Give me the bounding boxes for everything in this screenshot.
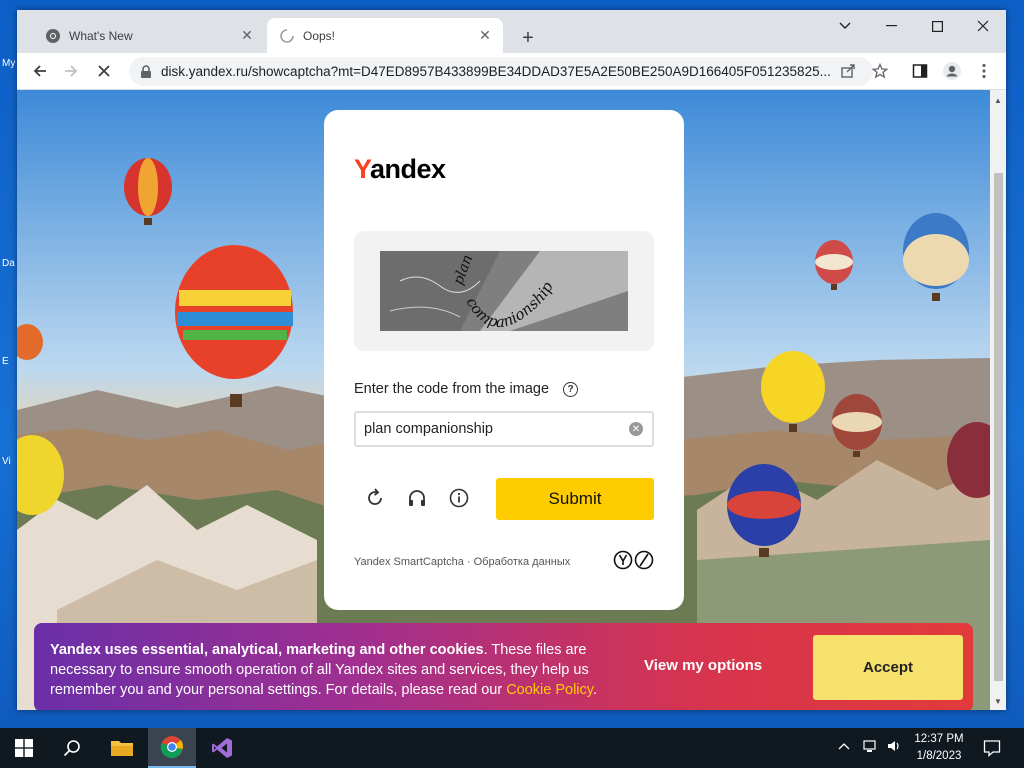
help-question-icon[interactable]: ? [563, 382, 578, 397]
captcha-image-frame: plan companionship [354, 231, 654, 351]
visual-studio-icon[interactable] [198, 728, 246, 768]
forward-arrow-icon[interactable] [57, 57, 85, 85]
network-icon[interactable] [862, 738, 878, 757]
scroll-up-arrow-icon[interactable]: ▲ [990, 92, 1006, 108]
yandex-id-logo-icon [613, 550, 654, 570]
close-icon[interactable]: ✕ [239, 27, 255, 44]
lock-icon[interactable] [139, 64, 153, 79]
minimize-button[interactable] [868, 10, 914, 42]
accept-cookies-button[interactable]: Accept [813, 635, 963, 700]
cookie-bold-text: Yandex uses essential, analytical, marke… [50, 642, 484, 658]
loading-spinner-icon [280, 28, 294, 43]
clock-time: 12:37 PM [914, 733, 964, 745]
profile-avatar-icon[interactable] [938, 57, 966, 85]
side-panel-icon[interactable] [906, 57, 934, 85]
tab-search-chevron-down-icon[interactable] [822, 10, 868, 42]
scrollbar-thumb[interactable] [994, 173, 1003, 681]
scroll-down-arrow-icon[interactable]: ▼ [990, 693, 1006, 709]
address-bar[interactable]: disk.yandex.ru/showcaptcha?mt=D47ED8957B… [129, 57, 873, 86]
taskbar-clock[interactable]: 12:37 PM 1/8/2023 [906, 731, 972, 765]
logo-letter-y: Y [354, 154, 371, 184]
bookmark-star-icon[interactable] [866, 57, 894, 85]
tab-oops[interactable]: Oops! ✕ [267, 18, 503, 53]
desktop-icon-label[interactable]: Vi [2, 456, 18, 467]
captcha-code-input[interactable] [354, 411, 654, 447]
info-icon[interactable] [448, 487, 470, 509]
desktop-icon-label[interactable]: E [2, 356, 18, 367]
refresh-icon[interactable] [364, 487, 386, 509]
headphones-audio-icon[interactable] [406, 487, 428, 509]
back-arrow-icon[interactable] [26, 57, 54, 85]
clear-input-icon[interactable]: ✕ [629, 422, 643, 436]
windows-start-icon[interactable] [0, 728, 48, 768]
chrome-icon [46, 28, 60, 43]
cookie-banner: Yandex uses essential, analytical, marke… [34, 623, 973, 710]
tab-whats-new[interactable]: What's New ✕ [25, 18, 265, 53]
maximize-button[interactable] [914, 10, 960, 42]
captcha-image: plan companionship [380, 251, 628, 331]
logo-rest: andex [370, 154, 446, 184]
yandex-logo: Yandex [354, 154, 446, 185]
cookie-policy-link[interactable]: Cookie Policy [506, 682, 593, 698]
cookie-end-text: . [592, 682, 597, 698]
notification-center-icon[interactable] [983, 739, 1001, 760]
url-text[interactable]: disk.yandex.ru/showcaptcha?mt=D47ED8957B… [161, 64, 831, 79]
page-content: Yandex plan companionship Enter the code… [17, 90, 990, 710]
captcha-instruction-label: Enter the code from the image [354, 381, 550, 397]
taskbar: 12:37 PM 1/8/2023 [0, 728, 1024, 768]
file-explorer-icon[interactable] [98, 728, 146, 768]
search-icon[interactable] [48, 728, 96, 768]
close-window-button[interactable] [960, 10, 1006, 42]
tab-title: What's New [69, 28, 133, 43]
clock-date: 1/8/2023 [916, 750, 962, 762]
tab-title: Oops! [303, 28, 336, 43]
submit-button[interactable]: Submit [496, 478, 654, 520]
chevron-up-icon[interactable] [838, 738, 850, 753]
stop-loading-icon[interactable] [90, 57, 118, 85]
view-my-options-button[interactable]: View my options [644, 657, 762, 674]
captcha-card: Yandex plan companionship Enter the code… [324, 110, 684, 610]
kebab-menu-icon[interactable] [970, 57, 998, 85]
close-icon[interactable]: ✕ [477, 27, 493, 44]
smartcaptcha-footer[interactable]: Yandex SmartCaptcha · Обработка данных [354, 556, 570, 568]
volume-icon[interactable] [886, 738, 902, 757]
share-icon[interactable] [834, 57, 862, 85]
tab-strip: What's New ✕ Oops! ✕ + [17, 10, 1006, 53]
chrome-taskbar-icon[interactable] [148, 728, 196, 768]
browser-window: What's New ✕ Oops! ✕ + disk.yandex.ru/sh… [17, 10, 1006, 710]
desktop-icon-label[interactable]: Da [2, 258, 18, 269]
new-tab-button[interactable]: + [514, 24, 542, 52]
desktop-icon-label[interactable]: My [2, 58, 18, 69]
browser-toolbar: disk.yandex.ru/showcaptcha?mt=D47ED8957B… [17, 53, 1006, 90]
cookie-banner-text: Yandex uses essential, analytical, marke… [50, 640, 630, 700]
